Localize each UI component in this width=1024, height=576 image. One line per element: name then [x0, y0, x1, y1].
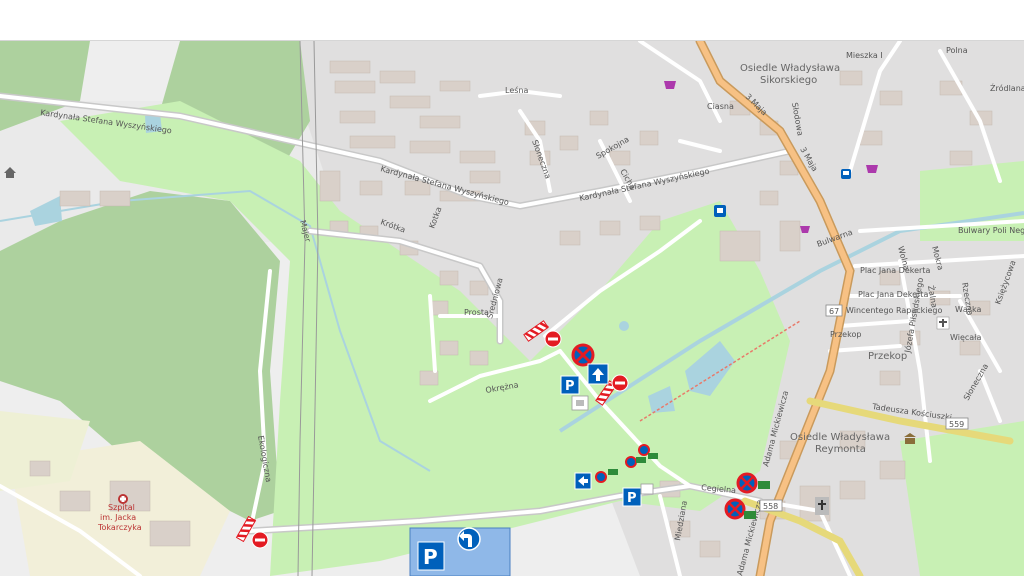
- one-way-up-icon[interactable]: [587, 363, 609, 385]
- street-label: Przekop: [830, 330, 861, 339]
- svg-text:P: P: [565, 379, 575, 394]
- parking-sign-icon[interactable]: P: [622, 487, 642, 507]
- one-way-left-icon[interactable]: [574, 472, 592, 490]
- street-label: Przekop: [868, 351, 907, 362]
- parking-sign-icon[interactable]: P: [560, 375, 580, 395]
- no-stopping-icon[interactable]: [638, 444, 650, 456]
- turn-left-icon[interactable]: [457, 527, 481, 551]
- church-icon[interactable]: [936, 316, 950, 330]
- church-icon[interactable]: [815, 497, 829, 515]
- street-label: Prosta: [464, 308, 489, 317]
- map-canvas[interactable]: Kardynała Stefana Wyszyńskiego Kardynała…: [0, 41, 1024, 576]
- street-label: Leśna: [505, 85, 528, 95]
- bus-stop-icon[interactable]: [714, 205, 726, 217]
- hospital-icon[interactable]: [118, 494, 128, 504]
- street-label: Więcała: [950, 333, 981, 342]
- parking-lot-icon[interactable]: [640, 483, 654, 495]
- park-east: [900, 421, 1024, 576]
- parking-sign-icon[interactable]: P: [417, 541, 445, 571]
- no-stopping-icon[interactable]: [736, 472, 758, 494]
- pond-dot: [619, 321, 629, 331]
- area-label: Sikorskiego: [760, 75, 817, 86]
- street-label: Wąska: [955, 305, 981, 314]
- street-label: Ciasna: [707, 102, 734, 111]
- street-label: Plac Jana Dekerta: [860, 266, 930, 275]
- no-stopping-icon[interactable]: [724, 498, 746, 520]
- svg-text:P: P: [423, 545, 438, 569]
- route-shield-label: 559: [949, 420, 964, 429]
- street-label: Źródlana: [990, 82, 1024, 93]
- bus-stop-icon[interactable]: [841, 169, 851, 179]
- svg-text:P: P: [627, 491, 637, 506]
- top-bar: [0, 0, 1024, 41]
- street-label: Wincentego Rapackiego: [846, 306, 943, 315]
- no-stopping-icon[interactable]: [595, 471, 607, 483]
- no-stopping-icon[interactable]: [625, 456, 637, 468]
- area-label: Reymonta: [815, 444, 866, 455]
- route-shield-label: 558: [763, 502, 778, 511]
- no-entry-icon[interactable]: [611, 374, 629, 392]
- parking-lot-icon[interactable]: [571, 395, 589, 411]
- area-label: Osiedle Władysława: [790, 432, 890, 443]
- no-entry-icon[interactable]: [251, 531, 269, 549]
- area-label: im. Jacka: [100, 513, 136, 522]
- no-stopping-icon[interactable]: [571, 343, 595, 367]
- area-label: Tokarczyka: [97, 523, 142, 532]
- street-label: Bulwary Poli Neg: [958, 226, 1024, 235]
- shop-icon[interactable]: [664, 81, 676, 89]
- street-label: Polna: [946, 46, 968, 55]
- street-label: Mieszka I: [846, 51, 883, 60]
- route-shield-label: 67: [829, 307, 839, 316]
- no-entry-icon[interactable]: [544, 330, 562, 348]
- area-label: Szpital: [108, 503, 135, 512]
- area-label: Osiedle Władysława: [740, 63, 840, 74]
- shop-icon[interactable]: [866, 165, 878, 173]
